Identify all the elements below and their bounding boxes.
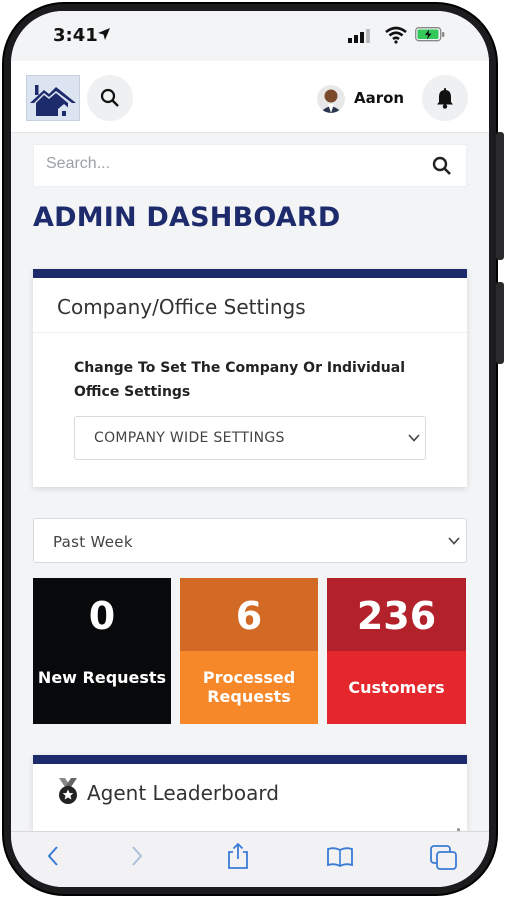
processed-requests-tile[interactable]: 6 Processed Requests <box>180 578 318 724</box>
browser-toolbar <box>11 831 489 887</box>
stat-bottom: Processed Requests <box>180 651 318 724</box>
settings-label: Change To Set The Company Or Individual … <box>74 360 406 400</box>
back-arrow-icon[interactable] <box>45 844 61 868</box>
avatar[interactable] <box>317 85 345 113</box>
search-icon[interactable] <box>432 156 452 176</box>
bookmarks-icon[interactable] <box>326 846 354 868</box>
stat-top: 236 <box>327 578 466 651</box>
stat-label: Customers <box>348 678 445 697</box>
stat-value: 236 <box>356 594 437 638</box>
chevron-down-icon <box>448 537 460 545</box>
period-select[interactable]: Past Week <box>33 518 467 563</box>
stat-value: 0 <box>88 594 116 638</box>
forward-arrow-icon[interactable] <box>129 844 145 868</box>
page-title: ADMIN DASHBOARD <box>33 202 341 233</box>
header-search-button[interactable] <box>87 75 133 121</box>
user-avatar-icon <box>317 85 345 113</box>
status-bar: 3:41 <box>11 11 489 61</box>
location-arrow-icon <box>98 28 110 40</box>
chevron-down-icon <box>408 434 420 442</box>
stat-top: 0 <box>33 578 171 651</box>
share-icon[interactable] <box>226 842 250 870</box>
stat-label: Processed Requests <box>202 668 296 706</box>
side-button-volume <box>496 132 504 260</box>
house-logo-icon <box>30 85 76 116</box>
leaderboard-title: Agent Leaderboard <box>87 781 279 805</box>
stat-bottom: New Requests <box>33 651 171 724</box>
bell-icon <box>437 87 453 109</box>
medal-icon <box>59 778 77 804</box>
status-time: 3:41 <box>53 25 98 46</box>
stat-label: New Requests <box>37 668 167 687</box>
side-button-power <box>496 282 504 364</box>
stat-bottom: Customers <box>327 651 466 724</box>
company-settings-select[interactable]: COMPANY WIDE SETTINGS <box>74 416 426 460</box>
company-settings-card: Company/Office Settings Change To Set Th… <box>33 269 467 487</box>
select-value: Past Week <box>53 533 133 551</box>
new-requests-tile[interactable]: 0 New Requests <box>33 578 171 724</box>
stat-top: 6 <box>180 578 318 651</box>
signal-icon <box>348 29 370 43</box>
search-bar <box>33 144 467 187</box>
card-title: Company/Office Settings <box>57 295 306 319</box>
select-value: COMPANY WIDE SETTINGS <box>94 430 285 446</box>
notifications-button[interactable] <box>422 75 468 121</box>
tabs-icon[interactable] <box>430 845 458 871</box>
battery-charging-icon <box>415 27 445 42</box>
logo[interactable] <box>26 75 80 121</box>
app-header: Aaron <box>11 61 489 133</box>
stat-value: 6 <box>235 594 263 638</box>
screen: 3:41 Aaron Search... ADMIN DASHBOARD Com… <box>11 11 489 887</box>
wifi-icon <box>385 26 407 44</box>
search-icon <box>100 88 119 107</box>
search-input[interactable] <box>46 155 416 173</box>
card-header: Company/Office Settings <box>33 278 467 333</box>
user-name[interactable]: Aaron <box>354 89 404 107</box>
customers-tile[interactable]: 236 Customers <box>327 578 466 724</box>
